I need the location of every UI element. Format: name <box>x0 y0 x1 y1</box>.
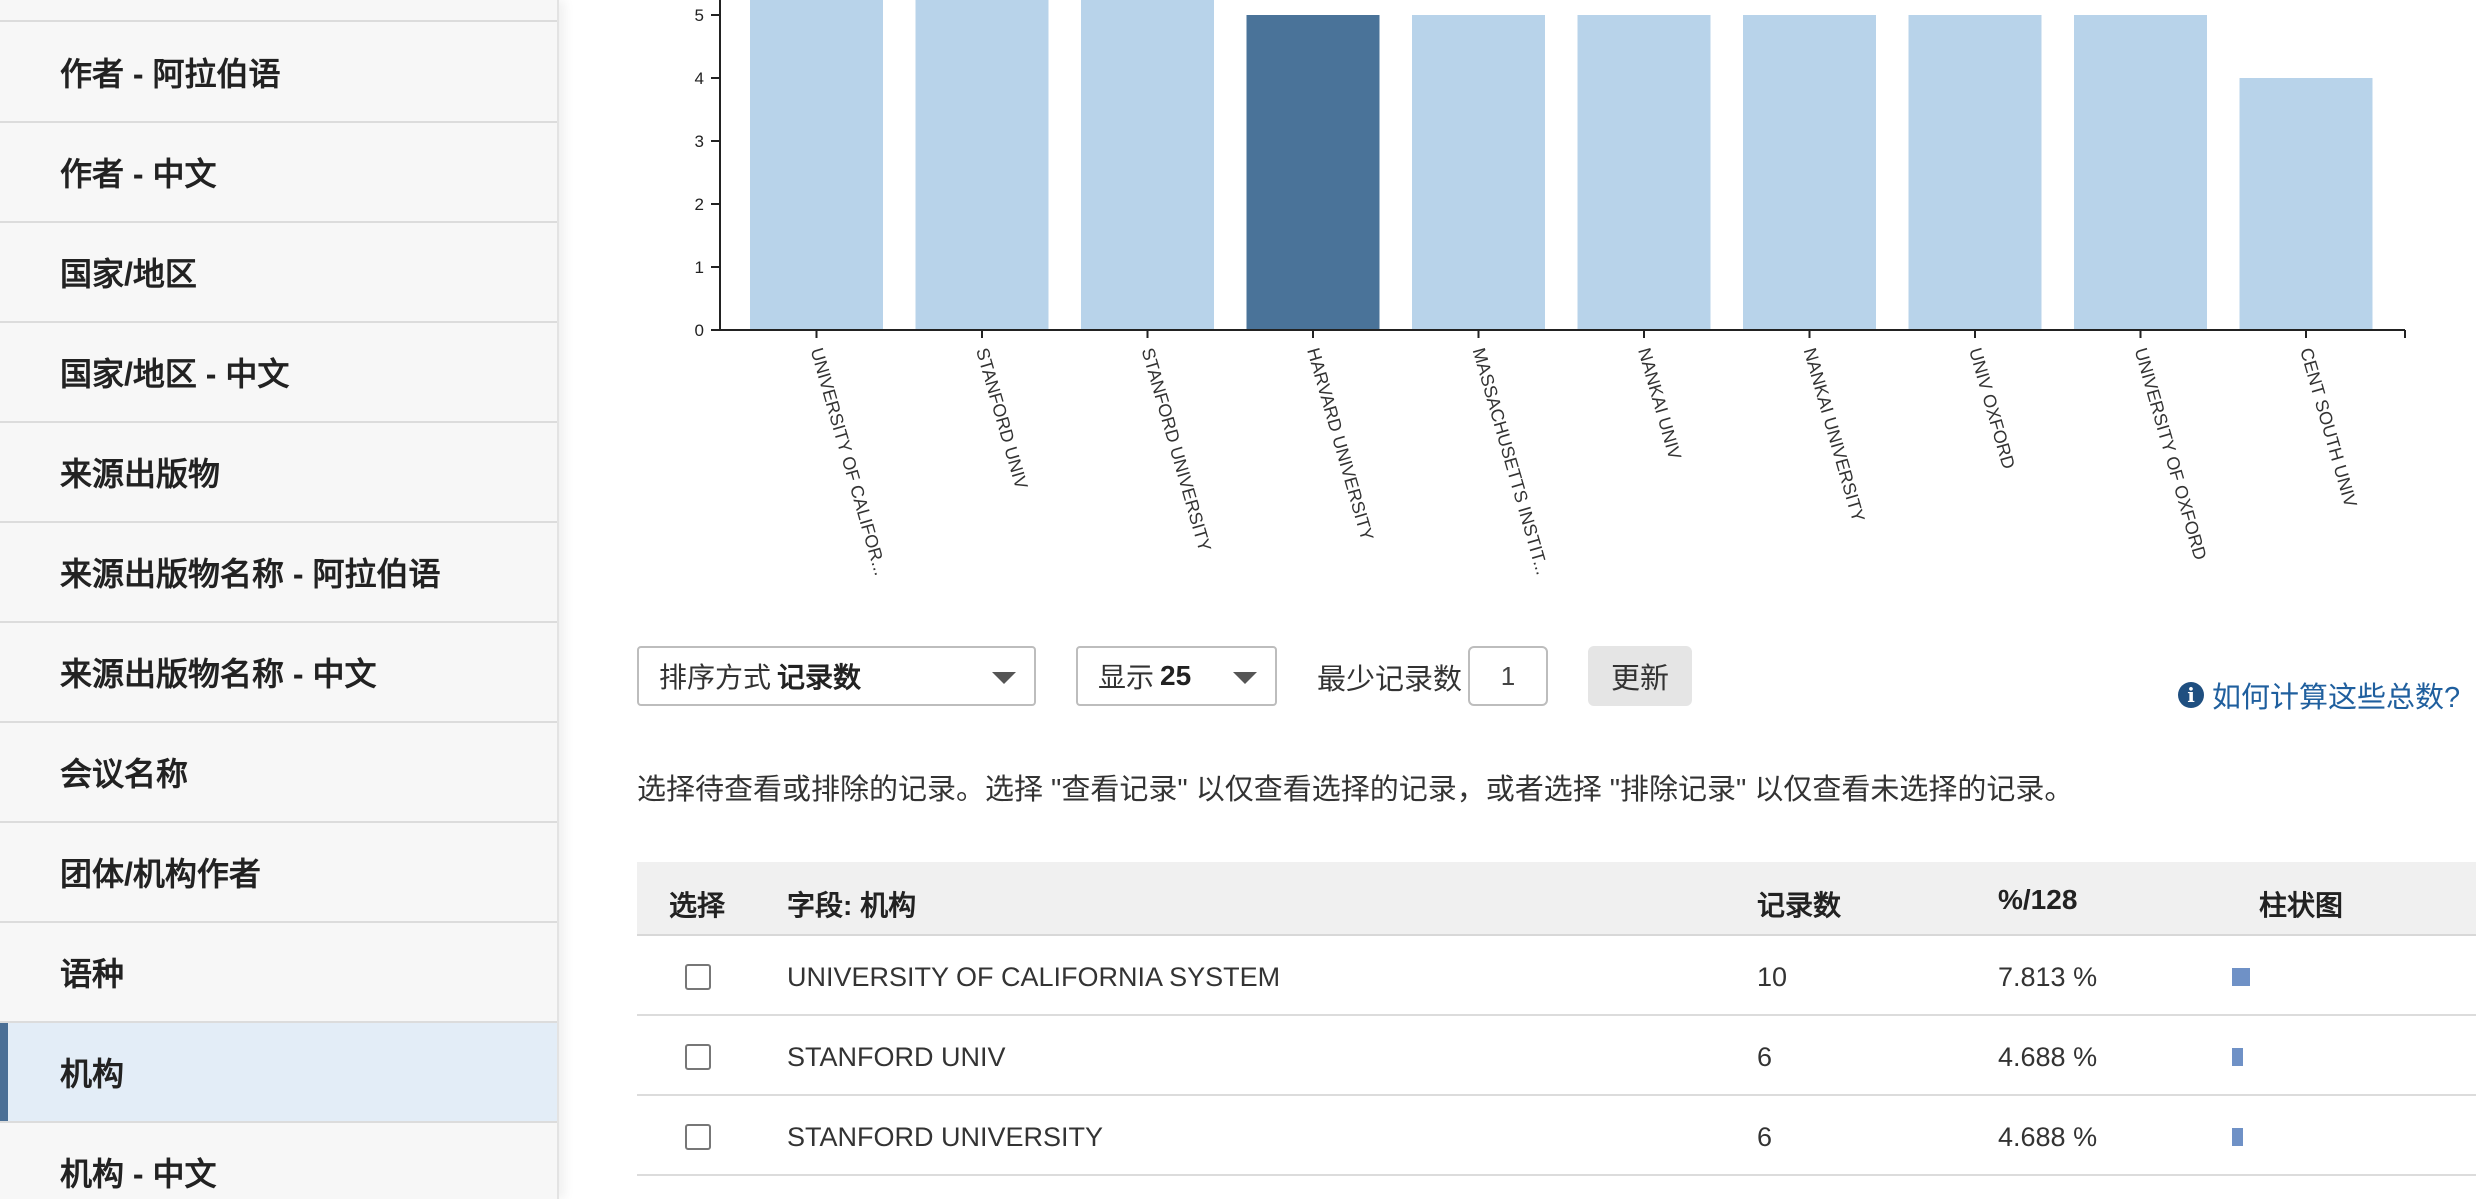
sidebar-item-label: 作者 - 中文 <box>60 156 217 192</box>
sidebar-item-label: 语种 <box>60 956 125 992</box>
chart-bar[interactable] <box>2074 15 2207 330</box>
row-checkbox[interactable] <box>685 964 711 990</box>
sidebar-item-label: 团体/机构作者 <box>60 856 261 892</box>
x-tick-label: MASSACHUSETTS INSTIT... <box>1469 346 1553 577</box>
row-percent: 4.688 % <box>1998 1042 2098 1072</box>
y-tick-label: 2 <box>695 195 704 214</box>
table-row: UNIVERSITY OF CALIFORNIA SYSTEM 10 7.813… <box>637 936 2476 1016</box>
chart-bar[interactable] <box>1246 15 1380 330</box>
sidebar-divider <box>0 20 557 22</box>
y-tick-label: 1 <box>695 258 704 277</box>
sidebar-item-author-chinese[interactable]: 作者 - 中文 <box>0 123 557 223</box>
sidebar-item-source-title-arabic[interactable]: 来源出版物名称 - 阿拉伯语 <box>0 523 557 623</box>
min-records-input[interactable] <box>1468 646 1548 706</box>
sidebar-item-source-publication[interactable]: 来源出版物 <box>0 423 557 523</box>
chart-bar[interactable] <box>1743 15 1876 330</box>
header-bar: 柱状图 <box>2259 890 2344 921</box>
show-count-select[interactable]: 显示 25 <box>1076 646 1277 706</box>
update-button[interactable]: 更新 <box>1588 646 1692 706</box>
row-checkbox[interactable] <box>685 1044 711 1070</box>
sidebar-item-label: 国家/地区 <box>60 256 197 292</box>
sidebar-item-label: 来源出版物名称 - 阿拉伯语 <box>60 556 441 592</box>
x-tick-label: STANFORD UNIVERSITY <box>1138 346 1215 554</box>
x-tick-label: UNIV OXFORD <box>1965 346 2019 472</box>
x-tick-label: UNIVERSITY OF OXFORD <box>2131 346 2211 563</box>
sidebar-item-organization[interactable]: 机构 <box>0 1023 557 1123</box>
x-tick-label: UNIVERSITY OF CALIFOR... <box>807 346 891 578</box>
header-field[interactable]: 字段: 机构 <box>787 884 916 924</box>
row-organization: STANFORD UNIV <box>787 1042 1006 1072</box>
row-minibar <box>2232 968 2250 986</box>
chart-bar[interactable] <box>915 0 1049 330</box>
row-organization: STANFORD UNIVERSITY <box>787 1122 1104 1152</box>
header-select: 选择 <box>669 890 726 921</box>
sort-select[interactable]: 排序方式 记录数 <box>637 646 1036 706</box>
show-select-prefix: 显示 <box>1098 662 1155 693</box>
sidebar-item-language[interactable]: 语种 <box>0 923 557 1023</box>
sort-select-value: 记录数 <box>777 662 862 693</box>
sidebar-item-organization-chinese[interactable]: 机构 - 中文 <box>0 1123 557 1199</box>
y-tick-label: 5 <box>695 6 704 25</box>
help-link-text: 如何计算这些总数? <box>2212 682 2461 714</box>
instructions-text: 选择待查看或排除的记录。选择 "查看记录" 以仅查看选择的记录，或者选择 "排除… <box>637 774 2074 806</box>
row-percent: 7.813 % <box>1998 962 2098 992</box>
header-percent[interactable]: %/128 <box>1998 884 2077 916</box>
sidebar-item-author-arabic[interactable]: 作者 - 阿拉伯语 <box>0 23 557 123</box>
sidebar-item-label: 来源出版物 <box>60 456 221 492</box>
x-tick-label: CENT SOUTH UNIV <box>2296 346 2361 510</box>
x-tick-label: HARVARD UNIVERSITY <box>1303 346 1377 543</box>
row-checkbox[interactable] <box>685 1124 711 1150</box>
y-tick-label: 0 <box>695 321 704 340</box>
chart-bar[interactable] <box>2239 78 2373 330</box>
sidebar-item-label: 作者 - 阿拉伯语 <box>60 56 281 92</box>
chart-bar[interactable] <box>1908 15 2042 330</box>
header-count[interactable]: 记录数 <box>1757 884 1841 924</box>
chart-bar[interactable] <box>1081 0 1214 330</box>
sidebar-item-group-author[interactable]: 团体/机构作者 <box>0 823 557 923</box>
sidebar-item-source-title-chinese[interactable]: 来源出版物名称 - 中文 <box>0 623 557 723</box>
row-organization: UNIVERSITY OF CALIFORNIA SYSTEM <box>787 962 1281 992</box>
sidebar-item-label: 会议名称 <box>60 756 189 792</box>
chevron-down-icon <box>1233 672 1257 684</box>
sidebar: 作者 - 阿拉伯语 作者 - 中文 国家/地区 国家/地区 - 中文 来源出版物… <box>0 0 559 1199</box>
sidebar-item-conference[interactable]: 会议名称 <box>0 723 557 823</box>
sidebar-item-label: 国家/地区 - 中文 <box>60 356 290 392</box>
table-header: 选择 字段: 机构 记录数 %/128 柱状图 <box>637 862 2476 936</box>
row-minibar <box>2232 1048 2243 1066</box>
y-tick-label: 3 <box>695 132 704 151</box>
chart-bar[interactable] <box>750 0 883 330</box>
info-icon: i <box>2178 682 2204 708</box>
row-minibar <box>2232 1128 2243 1146</box>
x-tick-label: NANKAI UNIVERSITY <box>1800 346 1869 525</box>
sidebar-item-country-chinese[interactable]: 国家/地区 - 中文 <box>0 323 557 423</box>
row-count: 6 <box>1757 1042 1773 1072</box>
sort-select-prefix: 排序方式 <box>659 662 772 693</box>
sidebar-item-label: 机构 <box>60 1056 125 1092</box>
row-count: 6 <box>1757 1122 1773 1152</box>
x-tick-label: STANFORD UNIV <box>972 346 1031 492</box>
min-records-label: 最少记录数 <box>1317 664 1463 696</box>
chart-bar[interactable] <box>1412 15 1545 330</box>
show-select-value: 25 <box>1160 660 1192 691</box>
how-totals-calculated-link[interactable]: i 如何计算这些总数? <box>2178 674 2460 716</box>
x-tick-label: NANKAI UNIV <box>1634 346 1685 462</box>
table-row: STANFORD UNIV 6 4.688 % <box>637 1016 2476 1096</box>
row-percent: 4.688 % <box>1998 1122 2098 1152</box>
row-count: 10 <box>1757 962 1788 992</box>
chevron-down-icon <box>992 672 1016 684</box>
table-row: STANFORD UNIVERSITY 6 4.688 % <box>637 1096 2476 1176</box>
y-tick-label: 4 <box>695 69 704 88</box>
sidebar-item-label: 来源出版物名称 - 中文 <box>60 656 377 692</box>
chart-bar[interactable] <box>1577 15 1711 330</box>
sidebar-item-label: 机构 - 中文 <box>60 1156 217 1192</box>
sidebar-item-country[interactable]: 国家/地区 <box>0 223 557 323</box>
bar-chart: UNIVERSITY OF CALIFOR... STANFORD UNIV STA… <box>695 0 2406 578</box>
